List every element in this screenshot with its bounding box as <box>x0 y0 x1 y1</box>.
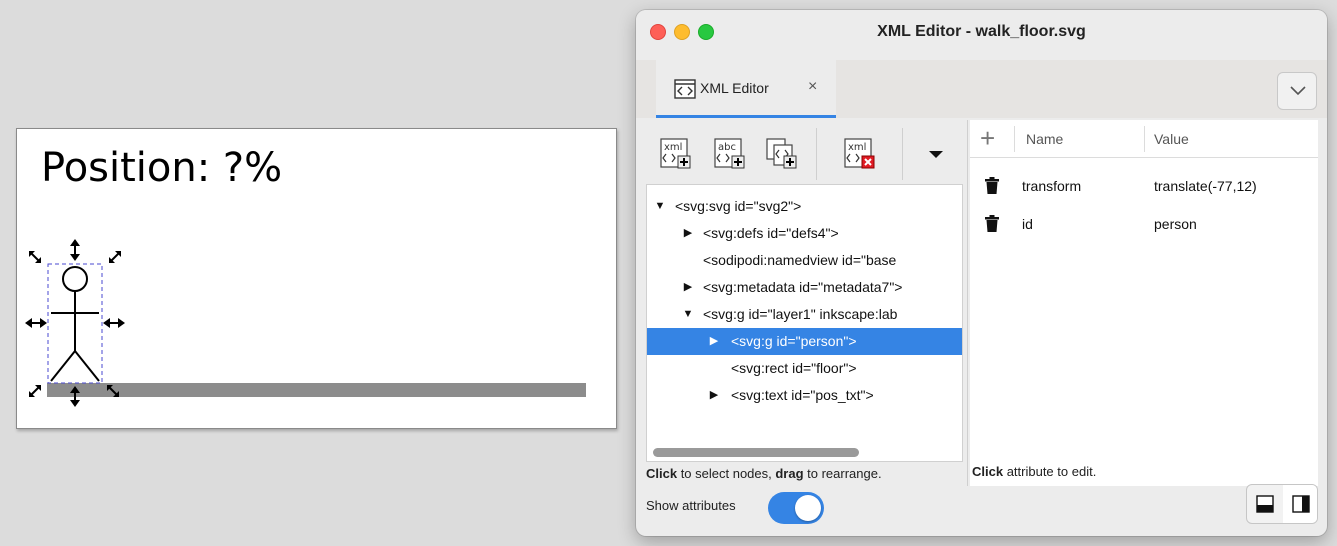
tree-node[interactable]: ▶ <svg:defs id="defs4"> <box>647 220 962 247</box>
value-column-header: Value <box>1154 131 1189 147</box>
delete-node-glyph: xml <box>848 142 866 153</box>
canvas-page[interactable]: Position: ?% <box>16 128 617 429</box>
xml-editor-window: XML Editor - walk_floor.svg XML Editor ×… <box>636 10 1327 536</box>
more-actions-button[interactable] <box>918 136 954 172</box>
expander-icon[interactable]: ▼ <box>653 193 667 220</box>
duplicate-node-button[interactable] <box>764 136 800 172</box>
tree-node[interactable]: ▼ <svg:g id="layer1" inkscape:lab <box>647 301 962 328</box>
tree-hint: Click to select nodes, drag to rearrange… <box>646 466 882 481</box>
tree-node[interactable]: ▼ <svg:svg id="svg2"> <box>647 193 962 220</box>
show-attributes-label: Show attributes <box>646 498 736 513</box>
tab-bar: XML Editor × <box>636 60 1327 118</box>
abc-new-text-node-icon: abc <box>714 138 745 169</box>
tree-node[interactable]: <sodipodi:namedview id="base <box>647 247 962 274</box>
tab-close-icon[interactable]: × <box>808 78 817 96</box>
layout-horizontal-button[interactable] <box>1247 485 1283 523</box>
person-figure <box>50 266 100 382</box>
dropdown-triangle-icon <box>929 151 943 158</box>
trash-icon[interactable] <box>984 177 1000 195</box>
tab-xml-editor[interactable]: XML Editor × <box>656 60 836 118</box>
pane-divider[interactable] <box>967 120 968 486</box>
attribute-value[interactable]: person <box>1154 216 1197 232</box>
hint-text: attribute to edit. <box>1003 464 1097 479</box>
toolbar-separator <box>902 128 903 180</box>
expander-icon[interactable]: ▶ <box>707 382 721 409</box>
attributes-panel: + Name Value transform translate(-77,12)… <box>970 120 1318 486</box>
attribute-value[interactable]: translate(-77,12) <box>1154 178 1257 194</box>
xml-delete-node-icon: xml <box>844 138 875 169</box>
duplicate-node-icon <box>766 138 797 169</box>
layout-vertical-button[interactable] <box>1283 485 1317 523</box>
show-attributes-toggle[interactable] <box>768 492 824 524</box>
new-element-glyph: xml <box>664 142 682 153</box>
floor-rect <box>47 383 586 397</box>
new-text-node-button[interactable]: abc <box>712 136 748 172</box>
tree-node-label: <svg:defs id="defs4"> <box>703 225 839 241</box>
node-toolbar: xml abc xml <box>646 120 963 184</box>
tree-node[interactable]: ▶ <svg:text id="pos_txt"> <box>647 382 962 409</box>
name-column-header: Name <box>1026 131 1064 147</box>
toggle-knob <box>795 495 821 521</box>
hint-drag-bold: drag <box>775 466 804 481</box>
expander-icon[interactable]: ▶ <box>681 274 695 301</box>
title-bar[interactable]: XML Editor - walk_floor.svg <box>636 10 1327 56</box>
tree-node[interactable]: ▶ <svg:metadata id="metadata7"> <box>647 274 962 301</box>
hint-text-end: to rearrange. <box>803 466 882 481</box>
attributes-hint: Click attribute to edit. <box>972 464 1096 479</box>
layout-horizontal-icon <box>1256 495 1274 513</box>
tree-node-label: <svg:text id="pos_txt"> <box>731 387 874 403</box>
tree-node[interactable]: <svg:rect id="floor"> <box>647 355 962 382</box>
tree-node-label: <sodipodi:namedview id="base <box>703 252 897 268</box>
xml-editor-icon <box>674 79 696 99</box>
tree-node-label: <svg:rect id="floor"> <box>731 360 857 376</box>
add-attribute-icon[interactable]: + <box>980 124 995 152</box>
xml-node-tree[interactable]: ▼ <svg:svg id="svg2"> ▶ <svg:defs id="de… <box>646 184 963 462</box>
layout-vertical-icon <box>1292 495 1310 513</box>
hint-click-bold: Click <box>646 466 678 481</box>
hint-text: to select nodes, <box>677 466 776 481</box>
delete-node-button[interactable]: xml <box>842 136 878 172</box>
tab-menu-button[interactable] <box>1277 72 1317 110</box>
tree-node-label: <svg:metadata id="metadata7"> <box>703 279 903 295</box>
header-separator <box>1144 126 1145 152</box>
new-element-node-button[interactable]: xml <box>658 136 694 172</box>
attribute-name[interactable]: transform <box>1022 178 1081 194</box>
attribute-row[interactable]: id person <box>970 206 1318 244</box>
scrollbar-thumb[interactable] <box>653 448 859 457</box>
toolbar-separator <box>816 128 817 180</box>
tree-node-selected[interactable]: ▶ <svg:g id="person"> <box>647 328 962 355</box>
expander-icon[interactable]: ▶ <box>707 328 721 355</box>
hint-click-bold: Click <box>972 464 1004 479</box>
horizontal-scrollbar[interactable] <box>647 445 962 459</box>
attributes-header: + Name Value <box>970 120 1318 158</box>
xml-new-element-icon: xml <box>660 138 691 169</box>
tree-node-label: <svg:svg id="svg2"> <box>675 198 802 214</box>
tree-node-label: <svg:g id="person"> <box>731 333 857 349</box>
canvas-drawing[interactable] <box>17 129 618 430</box>
new-text-glyph: abc <box>718 142 736 153</box>
chevron-down-icon <box>1290 86 1306 96</box>
expander-icon[interactable]: ▶ <box>681 220 695 247</box>
window-title: XML Editor - walk_floor.svg <box>877 23 1086 40</box>
expander-icon[interactable]: ▼ <box>681 301 695 328</box>
tree-node-label: <svg:g id="layer1" inkscape:lab <box>703 306 898 322</box>
attribute-name[interactable]: id <box>1022 216 1033 232</box>
attribute-row[interactable]: transform translate(-77,12) <box>970 168 1318 206</box>
trash-icon[interactable] <box>984 215 1000 233</box>
tab-xml-editor-label: XML Editor <box>700 80 769 96</box>
header-separator <box>1014 126 1015 152</box>
layout-switcher <box>1246 484 1318 524</box>
